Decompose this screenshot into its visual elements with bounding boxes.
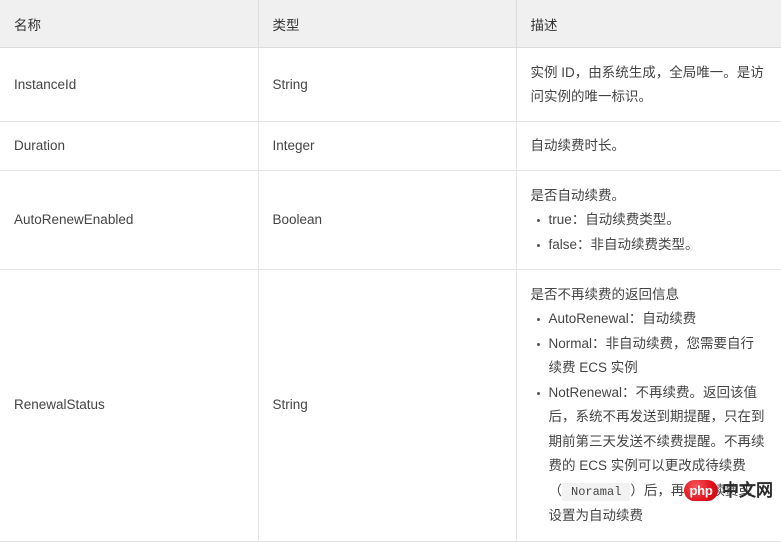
table-row: AutoRenewEnabled Boolean 是否自动续费。 true：自动… — [0, 170, 781, 270]
cell-parameter-description: 是否自动续费。 true：自动续费类型。 false：非自动续费类型。 — [516, 170, 781, 270]
description-text: 是否不再续费的返回信息 — [530, 287, 680, 302]
cell-parameter-name: InstanceId — [0, 47, 259, 122]
table-row: RenewalStatus String 是否不再续费的返回信息 AutoRen… — [0, 269, 781, 542]
cell-parameter-name: RenewalStatus — [0, 269, 259, 542]
description-text: 是否自动续费。 — [530, 188, 626, 203]
list-item: AutoRenewal：自动续费 — [536, 307, 766, 332]
cell-parameter-type: String — [258, 47, 517, 122]
cell-parameter-type: Integer — [258, 121, 517, 171]
list-item-text-before: NotRenewal：不再续费。返回该值后，系统不再发送到期提醒，只在到期前第三… — [548, 384, 765, 498]
inline-code-value: Noramal — [562, 482, 631, 501]
table-header: 名称 类型 描述 — [0, 0, 781, 48]
column-header-type: 类型 — [258, 0, 517, 48]
list-item: Normal：非自动续费，您需要自行续费 ECS 实例 — [536, 332, 766, 381]
list-item: true：自动续费类型。 — [536, 208, 766, 233]
cell-parameter-description: 实例 ID，由系统生成，全局唯一。是访问实例的唯一标识。 — [516, 47, 781, 122]
table-header-row: 名称 类型 描述 — [0, 0, 781, 48]
description-bullet-list: true：自动续费类型。 false：非自动续费类型。 — [531, 208, 766, 257]
cell-parameter-type: Boolean — [258, 170, 517, 270]
cell-parameter-name: Duration — [0, 121, 259, 171]
column-header-description: 描述 — [516, 0, 781, 48]
list-item-with-code: NotRenewal：不再续费。返回该值后，系统不再发送到期提醒，只在到期前第三… — [536, 381, 766, 529]
description-text: 实例 ID，由系统生成，全局唯一。是访问实例的唯一标识。 — [530, 65, 764, 104]
description-text: 自动续费时长。 — [530, 138, 626, 153]
cell-parameter-description: 是否不再续费的返回信息 AutoRenewal：自动续费 Normal：非自动续… — [516, 269, 781, 542]
api-parameter-table: 名称 类型 描述 InstanceId String 实例 ID，由系统生成，全… — [0, 0, 781, 542]
cell-parameter-name: AutoRenewEnabled — [0, 170, 259, 270]
table-body: InstanceId String 实例 ID，由系统生成，全局唯一。是访问实例… — [0, 47, 781, 542]
description-bullet-list: AutoRenewal：自动续费 Normal：非自动续费，您需要自行续费 EC… — [531, 307, 766, 529]
cell-parameter-description: 自动续费时长。 — [516, 121, 781, 171]
column-header-name: 名称 — [0, 0, 259, 48]
list-item: false：非自动续费类型。 — [536, 233, 766, 258]
table-row: Duration Integer 自动续费时长。 — [0, 121, 781, 171]
table-row: InstanceId String 实例 ID，由系统生成，全局唯一。是访问实例… — [0, 47, 781, 122]
cell-parameter-type: String — [258, 269, 517, 542]
